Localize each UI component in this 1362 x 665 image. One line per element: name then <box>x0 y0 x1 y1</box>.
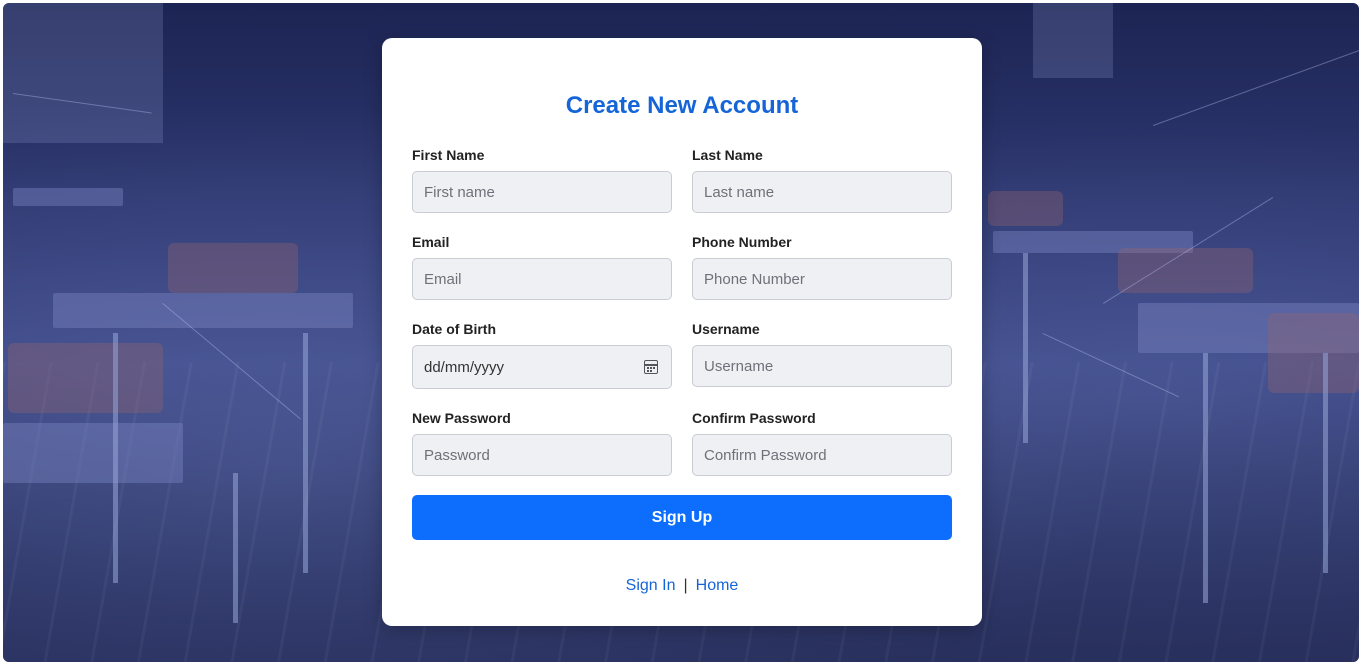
last-name-label: Last Name <box>692 147 763 163</box>
confirm-password-label: Confirm Password <box>692 410 816 426</box>
first-name-group: First Name <box>412 147 672 213</box>
background-chair <box>8 343 163 413</box>
background-desk <box>3 423 183 483</box>
background-desk-leg <box>1203 353 1208 603</box>
page-title: Create New Account <box>565 92 799 119</box>
new-password-input[interactable] <box>412 434 672 476</box>
signup-card: Create New Account First Name Last Name … <box>382 38 982 626</box>
username-group: Username <box>692 321 952 387</box>
last-name-group: Last Name <box>692 147 952 213</box>
calendar-icon[interactable] <box>644 360 658 374</box>
email-label: Email <box>412 234 450 250</box>
email-input[interactable] <box>412 258 672 300</box>
email-group: Email <box>412 234 672 300</box>
background-window <box>3 3 163 143</box>
new-password-label: New Password <box>412 410 511 426</box>
phone-input[interactable] <box>692 258 952 300</box>
dob-group: Date of Birth dd/mm/yyyy <box>412 321 672 389</box>
background-network-line <box>1153 46 1359 126</box>
background-desk-leg <box>113 333 118 583</box>
confirm-password-group: Confirm Password <box>692 410 952 476</box>
footer-links: Sign In | Home <box>382 577 982 595</box>
dob-input[interactable]: dd/mm/yyyy <box>412 345 672 389</box>
background-desk <box>13 188 123 206</box>
username-input[interactable] <box>692 345 952 387</box>
background-desk-leg <box>1323 353 1328 573</box>
background-desk-leg <box>233 473 238 623</box>
first-name-label: First Name <box>412 147 485 163</box>
phone-label: Phone Number <box>692 234 792 250</box>
first-name-input[interactable] <box>412 171 672 213</box>
confirm-password-input[interactable] <box>692 434 952 476</box>
background-noticeboard <box>1033 3 1113 78</box>
background-desk <box>53 293 353 328</box>
background-desk-leg <box>303 333 308 573</box>
last-name-input[interactable] <box>692 171 952 213</box>
dob-placeholder: dd/mm/yyyy <box>424 358 505 376</box>
background-chair <box>1268 313 1359 393</box>
sign-in-link[interactable]: Sign In <box>626 577 676 594</box>
username-label: Username <box>692 321 760 337</box>
background-chair <box>168 243 298 293</box>
new-password-group: New Password <box>412 410 672 476</box>
link-separator: | <box>683 577 688 594</box>
background-desk-leg <box>1023 253 1028 443</box>
dob-label: Date of Birth <box>412 321 496 337</box>
background-chair <box>988 191 1063 226</box>
background-chair <box>1118 248 1253 293</box>
sign-up-button[interactable]: Sign Up <box>412 495 952 540</box>
home-link[interactable]: Home <box>696 577 739 594</box>
phone-group: Phone Number <box>692 234 952 300</box>
